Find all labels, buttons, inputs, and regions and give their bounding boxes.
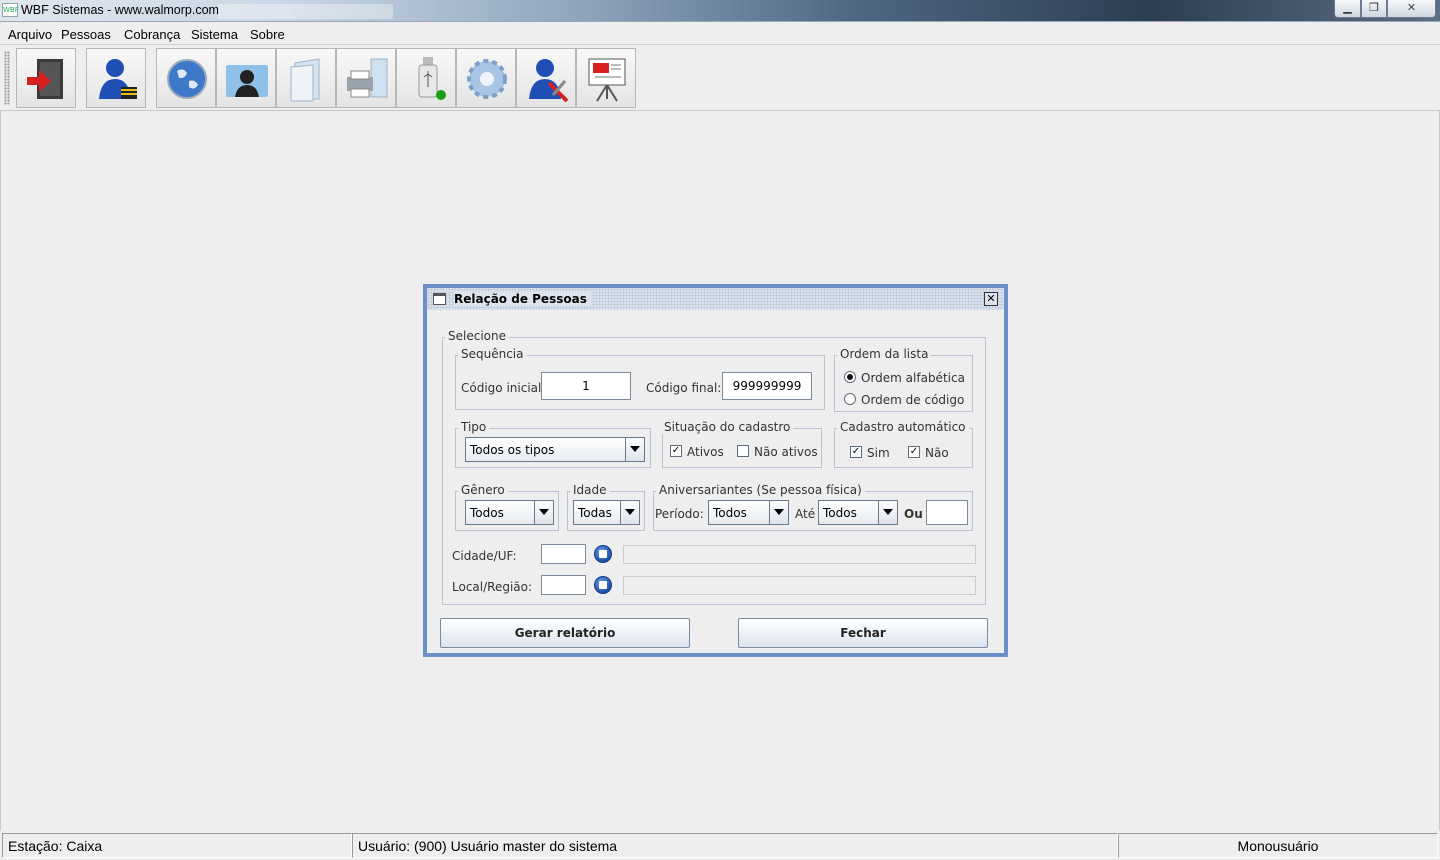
menu-sobre[interactable]: Sobre (250, 27, 285, 42)
presentation-icon (588, 58, 626, 102)
settings-gear-icon (467, 59, 507, 99)
dialog-close-button[interactable]: ✕ (984, 292, 998, 306)
toolbar-printer-button[interactable] (336, 48, 396, 108)
status-bar: Estação: Caixa Usuário: (900) Usuário ma… (0, 831, 1440, 860)
window-icon (433, 293, 446, 305)
relacao-pessoas-dialog: Relação de Pessoas ✕ Selecione Sequência… (423, 284, 1008, 657)
nao-label[interactable]: Não (925, 446, 949, 460)
idade-select-value: Todas (578, 506, 612, 520)
minimize-button[interactable]: ▁ (1334, 0, 1361, 18)
window-title-bar: WBF WBF Sistemas - www.walmorp.com ▁ ❐ ✕ (0, 0, 1440, 22)
maximize-button[interactable]: ❐ (1361, 0, 1387, 18)
local-lookup-icon[interactable] (594, 576, 612, 594)
status-modo: Monousuário (1118, 833, 1438, 858)
sim-label[interactable]: Sim (867, 446, 890, 460)
status-estacao: Estação: Caixa (2, 833, 352, 858)
periodo-select-value: Todos (713, 506, 747, 520)
menu-sistema[interactable]: Sistema (191, 27, 238, 42)
local-description-field (623, 576, 976, 595)
codigo-inicial-input[interactable]: 1 (541, 372, 631, 400)
toolbar-contacts-button[interactable] (216, 48, 276, 108)
status-usuario: Usuário: (900) Usuário master do sistema (352, 833, 1118, 858)
ordem-alfabetica-radio[interactable] (844, 371, 856, 383)
periodo-label: Período: (655, 507, 704, 521)
ativos-checkbox[interactable]: ✓ (670, 445, 682, 457)
close-window-button[interactable]: ✕ (1387, 0, 1436, 18)
situacao-legend: Situação do cadastro (661, 420, 794, 434)
toolbar-usb-button[interactable] (396, 48, 456, 108)
genero-select[interactable]: Todos (465, 500, 554, 525)
nao-ativos-label[interactable]: Não ativos (754, 445, 818, 459)
menu-bar: Arquivo Pessoas Cobrança Sistema Sobre (0, 22, 1440, 45)
periodo-select[interactable]: Todos (708, 500, 789, 525)
toolbar-settings-button[interactable] (456, 48, 516, 108)
globe-icon (167, 59, 207, 99)
chevron-down-icon[interactable] (620, 501, 639, 524)
user-tools-icon (529, 59, 569, 103)
ate-label: Até (795, 507, 816, 521)
selecione-legend: Selecione (445, 329, 509, 343)
dialog-title: Relação de Pessoas (454, 292, 591, 306)
usb-drive-icon (418, 57, 446, 100)
printer-icon (347, 58, 388, 98)
menu-arquivo[interactable]: Arquivo (8, 27, 52, 42)
fechar-button[interactable]: Fechar (738, 618, 988, 648)
toolbar-user-lock-button[interactable] (86, 48, 146, 108)
nao-ativos-checkbox[interactable] (737, 445, 749, 457)
dialog-title-bar[interactable]: Relação de Pessoas ✕ (427, 288, 1004, 310)
toolbar-presentation-button[interactable] (576, 48, 636, 108)
toolbar (0, 45, 1440, 111)
chevron-down-icon[interactable] (534, 501, 553, 524)
tipo-select[interactable]: Todos os tipos (465, 437, 645, 462)
toolbar-documents-button[interactable] (276, 48, 336, 108)
chevron-down-icon[interactable] (769, 501, 788, 524)
toolbar-globe-button[interactable] (156, 48, 216, 108)
toolbar-grip[interactable] (4, 51, 10, 105)
ordem-alfabetica-label[interactable]: Ordem alfabética (861, 371, 965, 385)
gerar-relatorio-button[interactable]: Gerar relatório (440, 618, 690, 648)
menu-pessoas[interactable]: Pessoas (61, 27, 111, 42)
contacts-folder-icon (226, 65, 268, 97)
chevron-down-icon[interactable] (878, 501, 897, 524)
cadastro-automatico-legend: Cadastro automático (837, 420, 969, 434)
codigo-final-label: Código final: (646, 381, 722, 395)
app-icon: WBF (2, 3, 19, 17)
nao-checkbox[interactable]: ✓ (908, 446, 920, 458)
ordem-codigo-radio[interactable] (844, 393, 856, 405)
cidade-uf-label: Cidade/UF: (452, 549, 517, 563)
local-regiao-input[interactable] (541, 575, 586, 595)
exit-icon (27, 59, 63, 99)
local-regiao-label: Local/Região: (452, 580, 533, 594)
aniversariantes-legend: Aniversariantes (Se pessoa física) (656, 483, 865, 497)
chevron-down-icon[interactable] (625, 438, 644, 461)
documents-icon (290, 58, 320, 102)
idade-select[interactable]: Todas (573, 500, 640, 525)
toolbar-user-tools-button[interactable] (516, 48, 576, 108)
title-blurred-area (218, 4, 393, 19)
idade-legend: Idade (570, 483, 610, 497)
codigo-final-input[interactable]: 999999999 (722, 372, 812, 400)
tipo-legend: Tipo (458, 420, 490, 434)
tipo-select-value: Todos os tipos (470, 443, 555, 457)
user-lock-icon (99, 59, 137, 99)
sequencia-legend: Sequência (458, 347, 527, 361)
ate-select[interactable]: Todos (818, 500, 898, 525)
toolbar-exit-button[interactable] (16, 48, 76, 108)
ate-select-value: Todos (823, 506, 857, 520)
cidade-lookup-icon[interactable] (594, 545, 612, 563)
cidade-description-field (623, 545, 976, 564)
sim-checkbox[interactable]: ✓ (850, 446, 862, 458)
ou-label: Ou (904, 507, 923, 521)
cidade-uf-input[interactable] (541, 544, 586, 564)
codigo-inicial-label: Código inicial: (461, 381, 546, 395)
ativos-label[interactable]: Ativos (687, 445, 724, 459)
ordem-legend: Ordem da lista (837, 347, 932, 361)
genero-legend: Gênero (458, 483, 508, 497)
window-title: WBF Sistemas - www.walmorp.com (21, 3, 219, 17)
ou-input[interactable] (926, 500, 968, 525)
genero-select-value: Todos (470, 506, 504, 520)
menu-cobranca[interactable]: Cobrança (124, 27, 180, 42)
ordem-codigo-label[interactable]: Ordem de código (861, 393, 964, 407)
